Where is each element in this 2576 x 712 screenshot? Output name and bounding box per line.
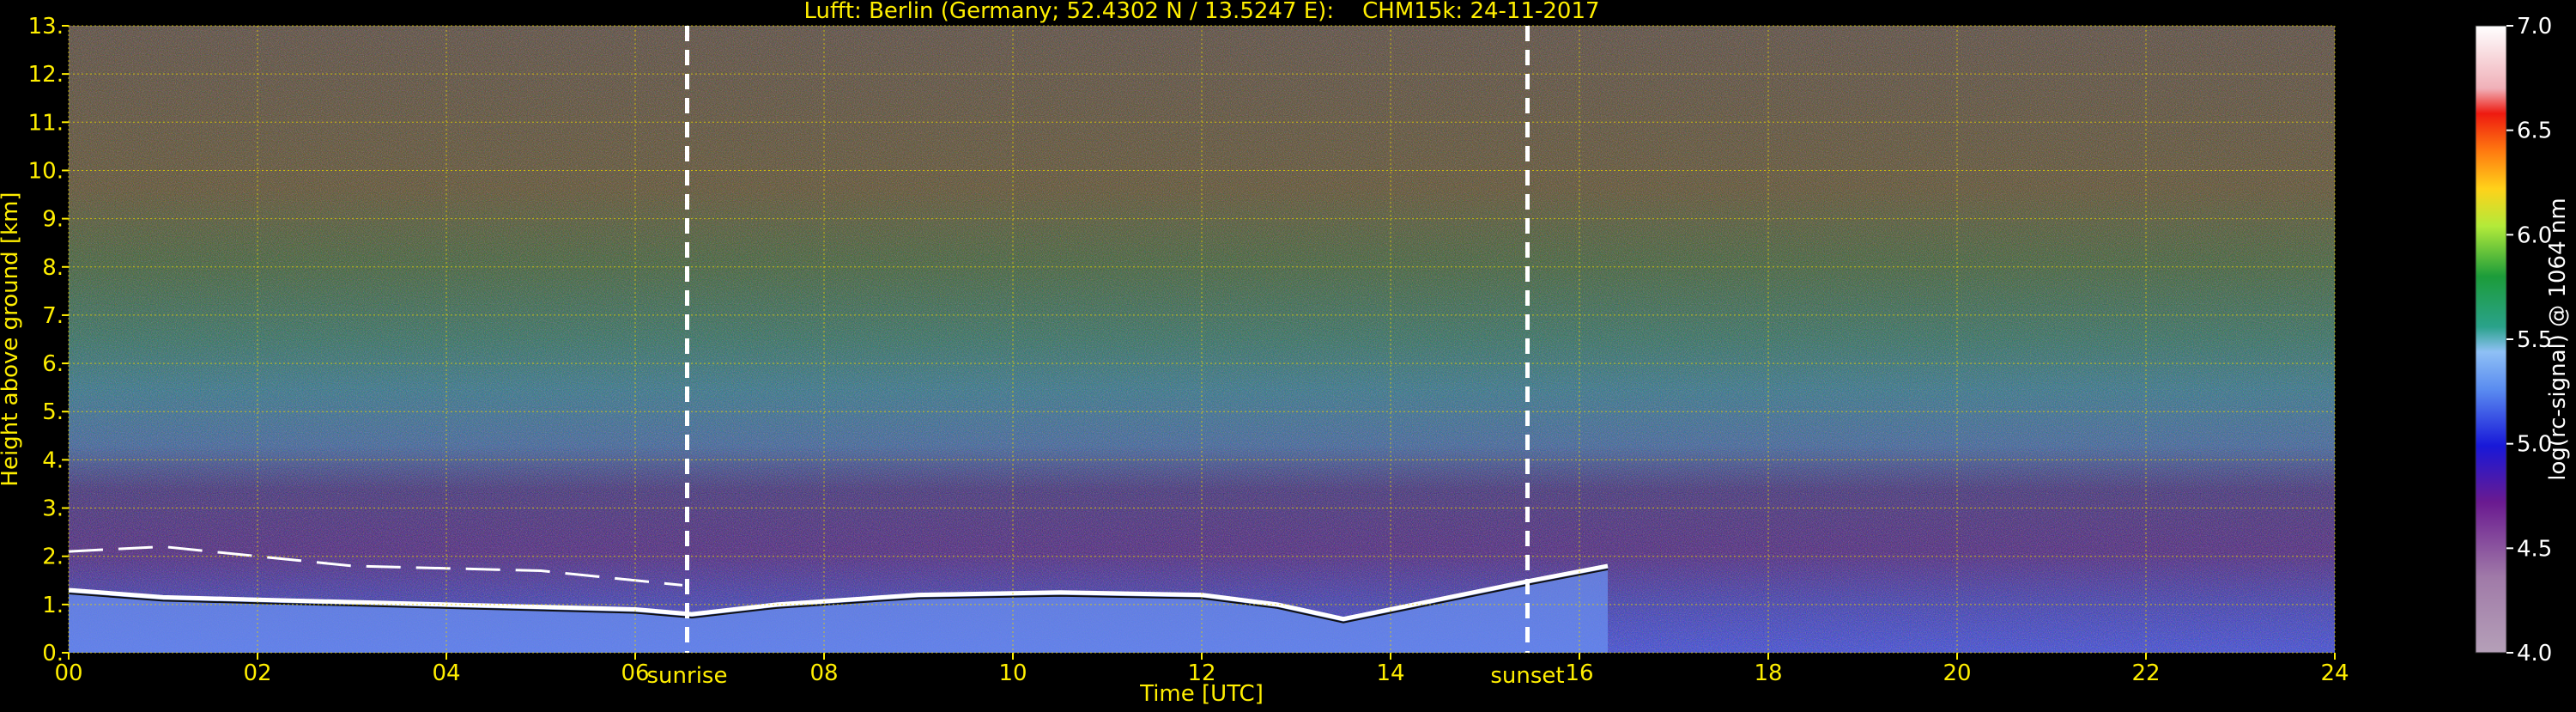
y-tick-label: 12.	[28, 62, 64, 88]
x-tick-label: 04	[432, 660, 460, 686]
chart-title: Lufft: Berlin (Germany; 52.4302 N / 13.5…	[803, 0, 1599, 24]
y-tick-label: 9.	[42, 207, 64, 233]
y-tick-label: 8.	[42, 255, 64, 281]
y-axis-label: Height above ground [km]	[0, 192, 23, 486]
x-tick-label: 06	[621, 660, 649, 686]
colorbar-tick-label: 4.5	[2517, 536, 2552, 562]
y-tick-label: 13.	[28, 14, 64, 40]
x-tick-label: 18	[1754, 660, 1782, 686]
y-tick-label: 7.	[42, 303, 64, 329]
x-tick-label: 20	[1943, 660, 1971, 686]
y-tick-label: 1.	[42, 593, 64, 618]
x-tick-label: 10	[998, 660, 1027, 686]
plot-area	[68, 25, 2336, 654]
lidar-chart: 00 02 04 06 08 10 12 14 16 18 20 22 24 0. 1. 2. 3. 4. 5. 6.…	[0, 0, 2576, 708]
y-tick-label: 3.	[42, 496, 64, 522]
x-tick-label: 16	[1565, 660, 1593, 686]
colorbar-tick-label: 6.5	[2517, 119, 2552, 144]
x-tick-label: 24	[2320, 660, 2349, 686]
y-tick-label: 4.	[42, 447, 64, 473]
y-tick-label: 11.	[28, 110, 64, 136]
y-tick-label: 0.	[42, 641, 64, 666]
colorbar: 4.04.55.05.56.06.57.0 log(rc-signal) @ 1…	[2475, 14, 2571, 666]
colorbar-scale	[2475, 25, 2507, 654]
x-tick-label: 08	[809, 660, 838, 686]
x-axis-label: Time [UTC]	[1139, 681, 1264, 707]
colorbar-tick-label: 7.0	[2517, 14, 2552, 40]
colorbar-tick-label: 4.0	[2517, 641, 2552, 666]
sunset-label: sunset	[1490, 663, 1564, 689]
x-tick-label: 22	[2131, 660, 2160, 686]
sunrise-label: sunrise	[647, 663, 728, 689]
colorbar-label: log(rc-signal) @ 1064 nm	[2545, 198, 2571, 480]
y-tick-label: 5.	[42, 399, 64, 425]
y-tick-label: 10.	[28, 158, 64, 184]
x-tick-label: 14	[1376, 660, 1404, 686]
x-tick-label: 02	[243, 660, 271, 686]
y-tick-label: 2.	[42, 545, 64, 570]
y-tick-label: 6.	[42, 351, 64, 377]
chart-svg: 00 02 04 06 08 10 12 14 16 18 20 22 240.1.2.3.4.5.6.…	[0, 0, 2571, 707]
